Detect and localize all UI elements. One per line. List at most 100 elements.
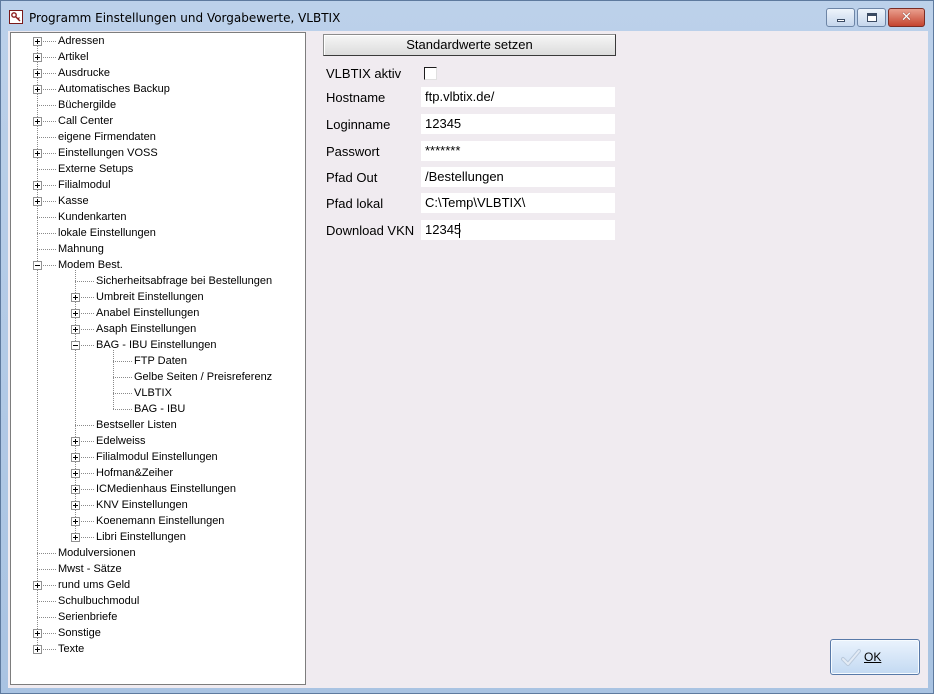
loginname-input[interactable]: 12345 — [421, 114, 615, 134]
close-button[interactable]: ✕ — [888, 8, 925, 27]
tree-item[interactable]: Büchergilde — [11, 97, 301, 113]
tree-item[interactable]: Filialmodul Einstellungen — [11, 449, 301, 465]
tree-item[interactable]: Artikel — [11, 49, 301, 65]
tree-item[interactable]: Umbreit Einstellungen — [11, 289, 301, 305]
vlbtix-active-checkbox[interactable] — [424, 67, 437, 80]
tree-item[interactable]: Texte — [11, 641, 301, 657]
maximize-button[interactable] — [857, 8, 886, 27]
collapse-icon[interactable] — [33, 261, 42, 270]
tree-item[interactable]: Externe Setups — [11, 161, 301, 177]
tree-connector-line — [37, 233, 56, 234]
expand-icon[interactable] — [33, 85, 42, 94]
minimize-icon — [837, 19, 845, 22]
tree-item[interactable]: Filialmodul — [11, 177, 301, 193]
tree-connector-line — [75, 281, 94, 282]
tree-item[interactable]: Kasse — [11, 193, 301, 209]
tree-item[interactable]: Automatisches Backup — [11, 81, 301, 97]
expand-icon[interactable] — [33, 117, 42, 126]
expand-icon[interactable] — [71, 309, 80, 318]
tree-item-label: Koenemann Einstellungen — [96, 515, 225, 527]
ok-label: OK — [864, 650, 882, 664]
tree-item[interactable]: Kundenkarten — [11, 209, 301, 225]
close-icon: ✕ — [901, 10, 912, 25]
expand-icon[interactable] — [33, 37, 42, 46]
expand-icon[interactable] — [71, 517, 80, 526]
checkmark-icon — [841, 649, 861, 666]
tree-item-label: Modem Best. — [58, 259, 123, 271]
tree-item[interactable]: Sonstige — [11, 625, 301, 641]
expand-icon[interactable] — [71, 501, 80, 510]
path-out-label: Pfad Out — [326, 170, 378, 185]
expand-icon[interactable] — [71, 325, 80, 334]
settings-tree[interactable]: Adressen Artikel Ausdrucke Automatisches Ba… — [11, 33, 305, 684]
tree-item-label: Filialmodul Einstellungen — [96, 451, 218, 463]
tree-item[interactable]: Mahnung — [11, 241, 301, 257]
tree-item[interactable]: BAG - IBU — [11, 401, 301, 417]
tree-item-label: Texte — [58, 643, 85, 655]
expand-icon[interactable] — [33, 629, 42, 638]
tree-item[interactable]: Call Center — [11, 113, 301, 129]
expand-icon[interactable] — [33, 581, 42, 590]
tree-item[interactable]: Serienbriefe — [11, 609, 301, 625]
hostname-input[interactable]: ftp.vlbtix.de/ — [421, 87, 615, 107]
password-input[interactable]: ******* — [421, 141, 615, 161]
tree-connector-line — [37, 569, 56, 570]
tree-connector-line — [37, 137, 56, 138]
expand-icon[interactable] — [71, 293, 80, 302]
tree-item[interactable]: Mwst - Sätze — [11, 561, 301, 577]
tree-item[interactable]: Edelweiss — [11, 433, 301, 449]
tree-item[interactable]: Modulversionen — [11, 545, 301, 561]
tree-item[interactable]: Sicherheitsabfrage bei Bestellungen — [11, 273, 301, 289]
hostname-label: Hostname — [326, 90, 386, 105]
tree-item-label: Sonstige — [58, 627, 101, 639]
tree-item[interactable]: Modem Best. — [11, 257, 301, 273]
tree-connector-line — [113, 377, 132, 378]
download-vkn-input[interactable]: 12345 — [421, 220, 615, 240]
download-vkn-label: Download VKN — [326, 223, 415, 238]
expand-icon[interactable] — [71, 485, 80, 494]
expand-icon[interactable] — [71, 533, 80, 542]
tree-item-label: Artikel — [58, 51, 89, 63]
tree-item[interactable]: Schulbuchmodul — [11, 593, 301, 609]
tree-item[interactable]: VLBTIX — [11, 385, 301, 401]
tree-item[interactable]: Ausdrucke — [11, 65, 301, 81]
path-out-input[interactable]: /Bestellungen — [421, 167, 615, 187]
password-label: Passwort — [326, 144, 380, 159]
tree-connector-line — [113, 361, 132, 362]
path-local-input[interactable]: C:\Temp\VLBTIX\ — [421, 193, 615, 213]
tree-item[interactable]: Asaph Einstellungen — [11, 321, 301, 337]
tree-item[interactable]: rund ums Geld — [11, 577, 301, 593]
set-defaults-button[interactable]: Standardwerte setzen — [323, 34, 616, 56]
expand-icon[interactable] — [33, 181, 42, 190]
tree-item-label: Büchergilde — [58, 99, 117, 111]
minimize-button[interactable] — [826, 8, 855, 27]
tree-item[interactable]: Einstellungen VOSS — [11, 145, 301, 161]
tree-item[interactable]: Hofman&Zeiher — [11, 465, 301, 481]
expand-icon[interactable] — [71, 437, 80, 446]
tree-item[interactable]: KNV Einstellungen — [11, 497, 301, 513]
title-bar[interactable]: Programm Einstellungen und Vorgabewerte,… — [1, 1, 933, 31]
tree-item[interactable]: lokale Einstellungen — [11, 225, 301, 241]
expand-icon[interactable] — [71, 453, 80, 462]
expand-icon[interactable] — [33, 53, 42, 62]
expand-icon[interactable] — [33, 149, 42, 158]
tree-item[interactable]: ICMedienhaus Einstellungen — [11, 481, 301, 497]
tree-item[interactable]: Bestseller Listen — [11, 417, 301, 433]
tree-item-label: Automatisches Backup — [58, 83, 170, 95]
tree-item[interactable]: Adressen — [11, 33, 301, 49]
ok-button[interactable]: OK — [830, 639, 920, 675]
collapse-icon[interactable] — [71, 341, 80, 350]
tree-item[interactable]: eigene Firmendaten — [11, 129, 301, 145]
tree-item[interactable]: BAG - IBU Einstellungen — [11, 337, 301, 353]
tree-item[interactable]: Gelbe Seiten / Preisreferenz — [11, 369, 301, 385]
tree-item[interactable]: Koenemann Einstellungen — [11, 513, 301, 529]
expand-icon[interactable] — [33, 645, 42, 654]
expand-icon[interactable] — [33, 69, 42, 78]
expand-icon[interactable] — [33, 197, 42, 206]
tree-item-label: Sicherheitsabfrage bei Bestellungen — [96, 275, 273, 287]
expand-icon[interactable] — [71, 469, 80, 478]
tree-item-label: Bestseller Listen — [96, 419, 177, 431]
tree-item[interactable]: Libri Einstellungen — [11, 529, 301, 545]
tree-item[interactable]: Anabel Einstellungen — [11, 305, 301, 321]
tree-item[interactable]: FTP Daten — [11, 353, 301, 369]
